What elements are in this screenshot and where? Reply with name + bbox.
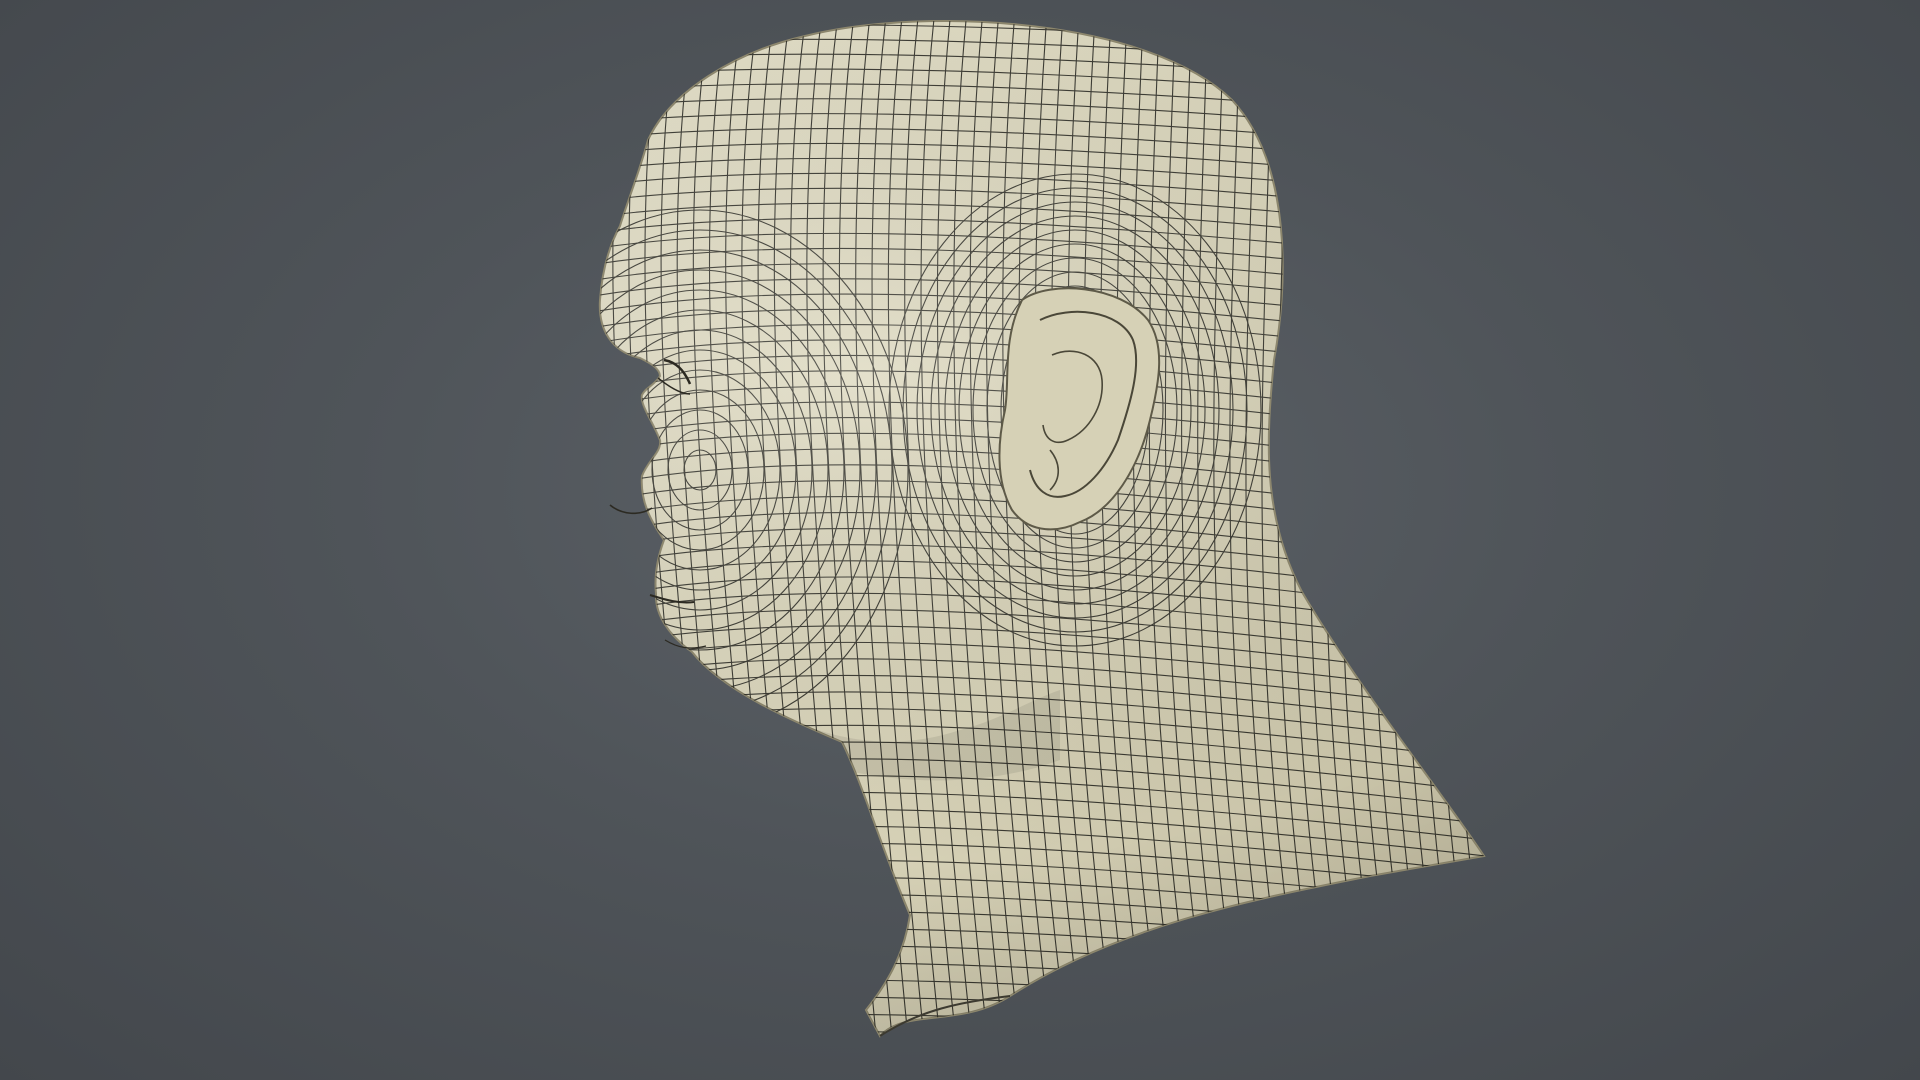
wire-loop-vertical [1325,20,1377,1037]
wire-loop-horizontal [599,1030,1484,1037]
wire-loop-vertical [1421,20,1473,1037]
wire-loop-vertical [1309,20,1361,1037]
wire-loop-vertical [1341,20,1393,1037]
wire-loop-vertical [1373,20,1425,1037]
shading-overlay [599,20,1484,1037]
wire-loop-vertical [1486,0,1536,1080]
wire-loop-vertical [1389,20,1441,1037]
wire-loop-vertical [1469,20,1484,1037]
wire-loop-vertical [1502,0,1552,1080]
wire-loop-vertical [1437,20,1484,1037]
wire-loop-vertical [1534,0,1584,1080]
wire-loop-vertical [599,20,641,1037]
wire-loop-horizontal [599,979,1484,1021]
3d-viewport[interactable] [0,0,1920,1080]
wire-loop-vertical [1453,20,1484,1037]
wire-loop-vertical [1357,20,1409,1037]
wire-loop-horizontal [599,1013,1484,1037]
wire-loop-vertical [1405,20,1457,1037]
wire-loop-vertical [1277,20,1329,1037]
wire-loop-vertical [1518,0,1568,1080]
wire-loop-vertical [1293,20,1345,1037]
wire-loop-horizontal [599,996,1484,1037]
head-mesh-render [598,0,1584,1080]
